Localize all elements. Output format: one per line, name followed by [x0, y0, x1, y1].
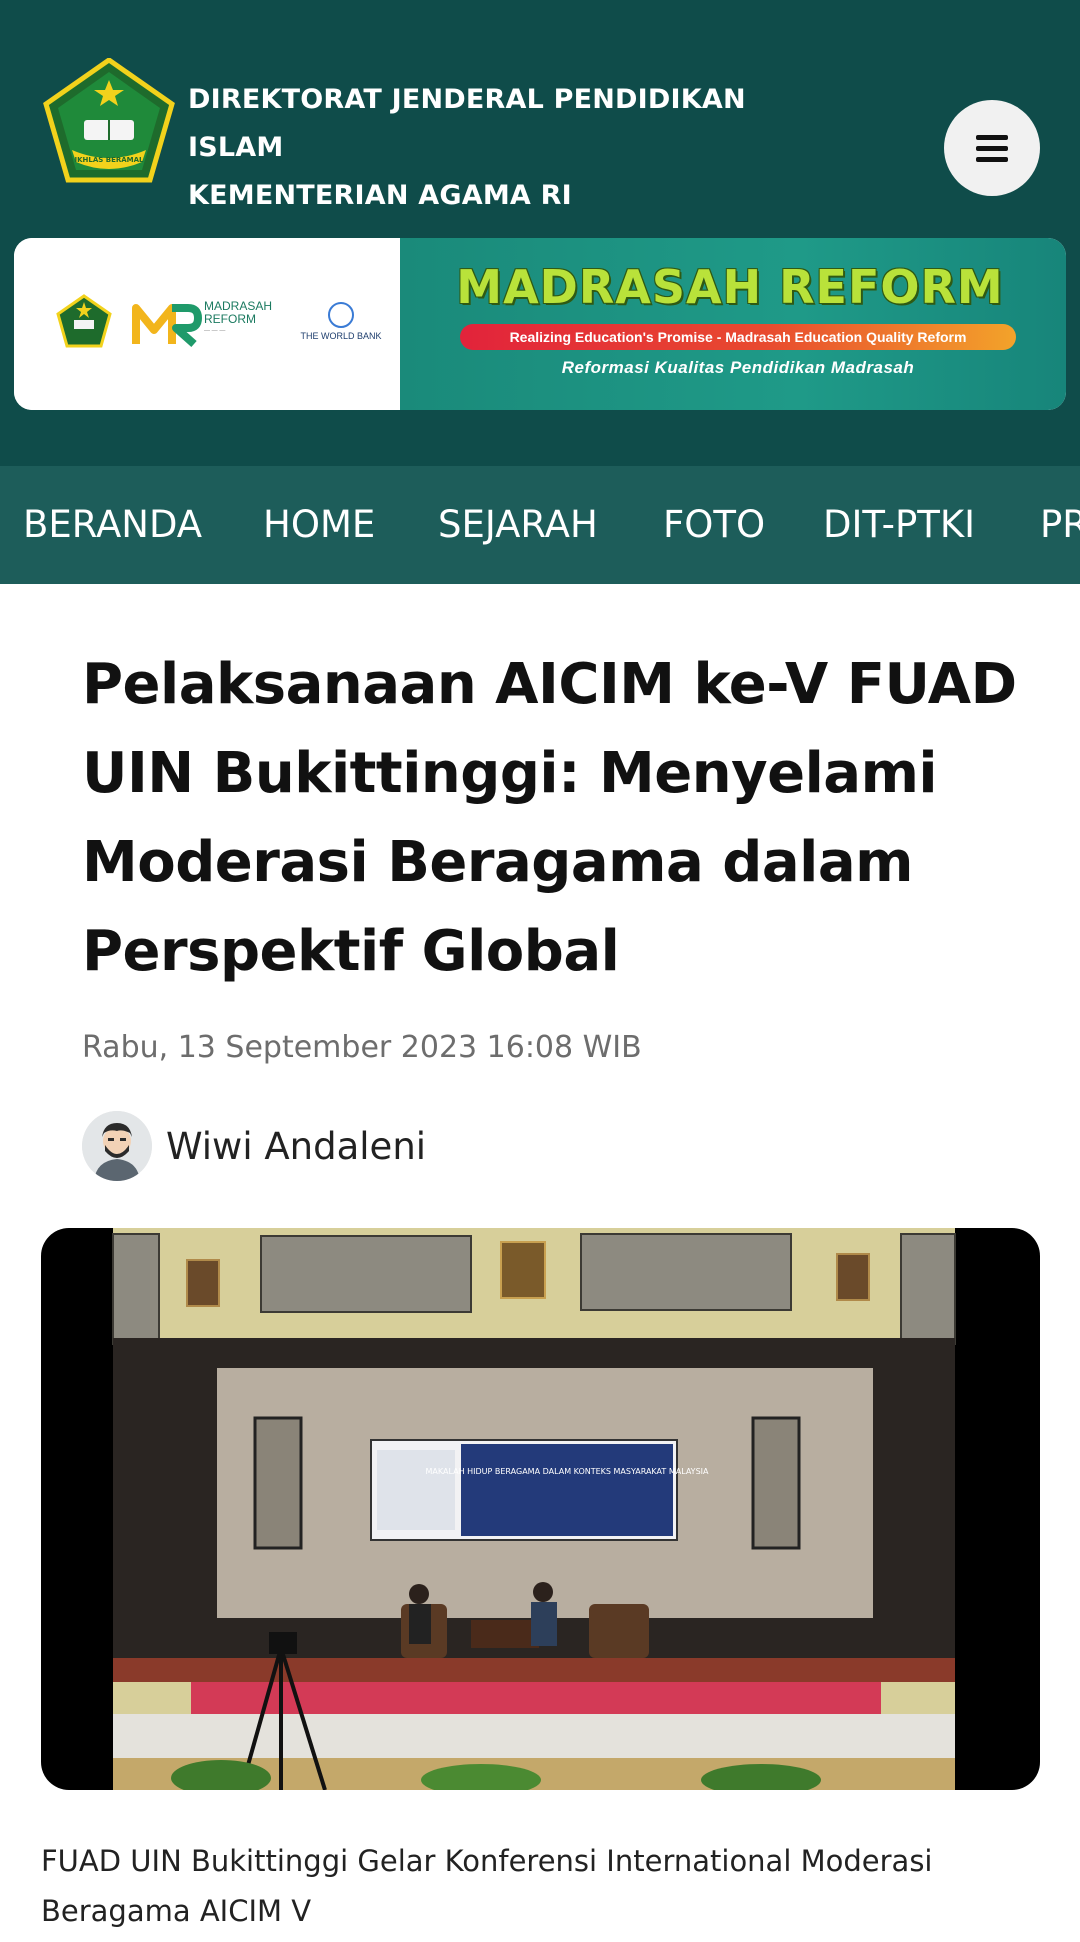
nav-item-pr[interactable]: PR [1040, 466, 1080, 584]
main-nav: BERANDA HOME SEJARAH FOTO DIT-PTKI PR [0, 466, 1080, 584]
hamburger-menu-icon-bar [976, 157, 1008, 162]
org-title[interactable]: DIREKTORAT JENDERAL PENDIDIKAN ISLAM KEM… [188, 76, 808, 220]
world-bank-label: THE WORLD BANK [300, 331, 382, 341]
author-avatar-icon [82, 1111, 152, 1181]
mr-logo-label: MADRASAH REFORM [204, 299, 273, 326]
article-photo[interactable]: MAKALAH HIDUP BERAGAMA DALAM KONTEKS MAS… [41, 1228, 1040, 1790]
photo-caption: FUAD UIN Bukittinggi Gelar Konferensi In… [41, 1844, 933, 1928]
globe-icon [328, 302, 354, 328]
banner-tagline: Reformasi Kualitas Pendidikan Madrasah [561, 358, 915, 377]
madrasah-reform-banner[interactable]: MADRASAH REFORM — — — THE WORLD BANK MAD… [14, 238, 1066, 410]
hamburger-menu-icon-bar [976, 146, 1008, 151]
kemenag-small-emblem-icon [56, 294, 112, 348]
conference-stage-image: MAKALAH HIDUP BERAGAMA DALAM KONTEKS MAS… [112, 1228, 956, 1790]
nav-item-beranda[interactable]: BERANDA [23, 466, 202, 584]
article-title: Pelaksanaan AICIM ke-V FUAD UIN Bukittin… [82, 652, 1017, 984]
article-date: Rabu, 13 September 2023 16:08 WIB [82, 1030, 642, 1065]
banner-title: MADRASAH REFORM [456, 260, 1004, 314]
nav-item-dit-ptki[interactable]: DIT-PTKI [823, 466, 975, 584]
world-bank-logo: THE WORLD BANK [296, 302, 386, 348]
nav-item-home[interactable]: HOME [263, 466, 375, 584]
avatar[interactable] [82, 1111, 152, 1181]
banner-logos: MADRASAH REFORM — — — THE WORLD BANK [14, 238, 400, 410]
kemenag-emblem-icon[interactable]: IKHLAS BERAMAL [42, 56, 176, 184]
nav-item-foto[interactable]: FOTO [663, 466, 765, 584]
org-title-line1: DIREKTORAT JENDERAL PENDIDIKAN ISLAM [188, 84, 746, 163]
hamburger-menu-icon [976, 135, 1008, 140]
svg-text:IKHLAS BERAMAL: IKHLAS BERAMAL [74, 156, 144, 164]
org-title-line2: KEMENTERIAN AGAMA RI [188, 180, 572, 211]
mr-logo-text: MADRASAH REFORM — — — [204, 300, 304, 335]
author-row[interactable]: Wiwi Andaleni [82, 1110, 426, 1182]
nav-item-sejarah[interactable]: SEJARAH [438, 466, 598, 584]
mr-logo-subtext-decoration: — — — [204, 328, 226, 334]
banner-headline-panel: MADRASAH REFORM Realizing Education's Pr… [400, 238, 1066, 410]
stage-screen-title: MAKALAH HIDUP BERAGAMA DALAM KONTEKS MAS… [426, 1467, 710, 1476]
banner-ribbon: Realizing Education's Promise - Madrasah… [460, 324, 1016, 350]
menu-button[interactable] [944, 100, 1040, 196]
mr-logo-icon [132, 304, 202, 347]
site-header: IKHLAS BERAMAL DIREKTORAT JENDERAL PENDI… [0, 0, 1080, 466]
author-name[interactable]: Wiwi Andaleni [166, 1125, 426, 1168]
